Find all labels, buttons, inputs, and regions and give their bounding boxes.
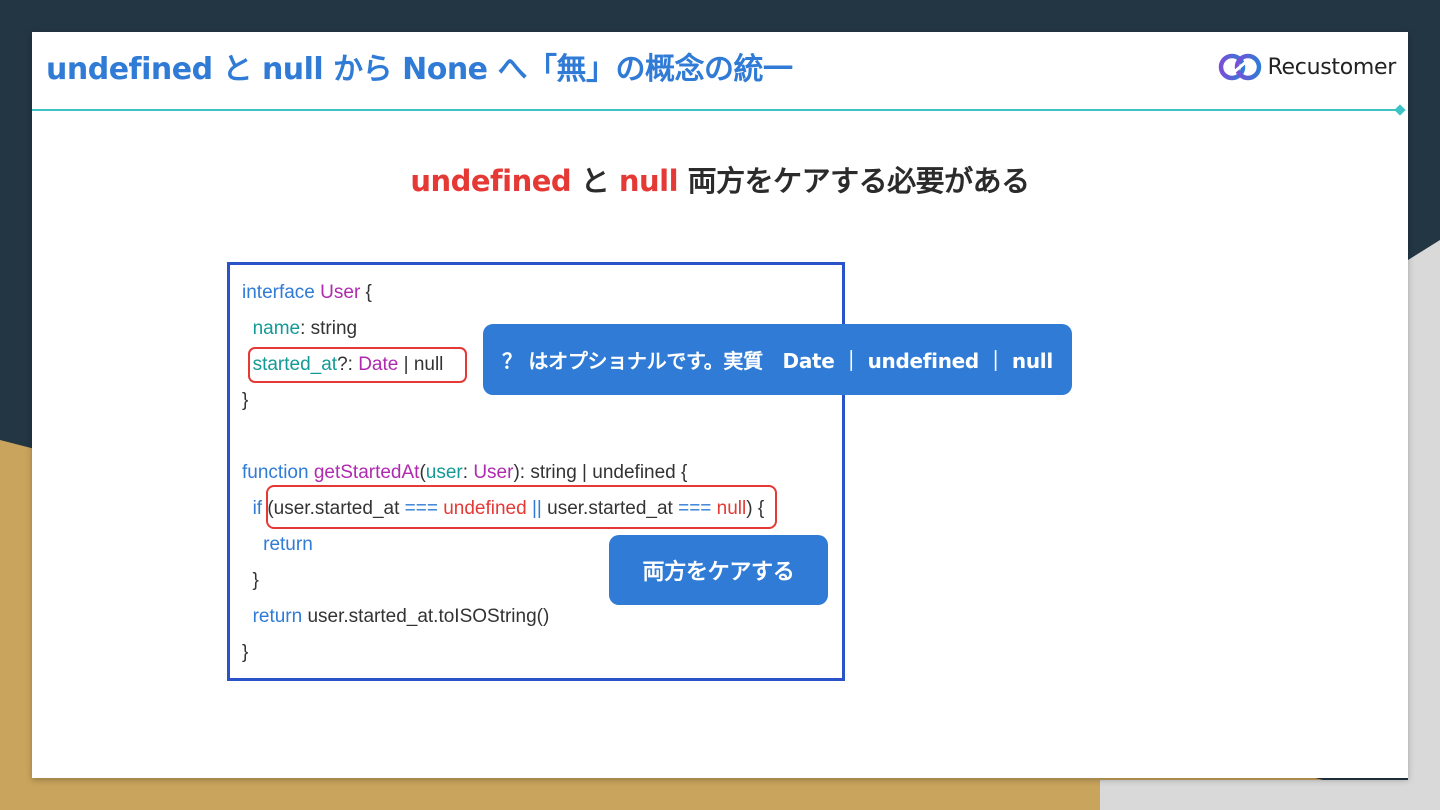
- code-text: }: [242, 390, 249, 411]
- code-text: }: [242, 570, 259, 591]
- code-text: {: [360, 282, 372, 303]
- slide-subtitle: undefined と null 両方をケアする必要がある: [32, 158, 1408, 200]
- null-check-highlight: [266, 485, 777, 529]
- code-text: : string: [300, 318, 358, 339]
- code-keyword: if: [252, 498, 263, 519]
- subtitle-undefined: undefined: [410, 164, 572, 198]
- code-line: }: [242, 635, 764, 671]
- code-property: name: [252, 318, 301, 339]
- slide-title: undefined と null から None へ「無」の概念の統一: [46, 52, 793, 87]
- code-text: ): string | undefined {: [513, 462, 688, 483]
- code-type: User: [473, 462, 514, 483]
- code-keyword: return: [252, 606, 303, 627]
- slide: undefined と null から None へ「無」の概念の統一 Recu…: [32, 32, 1408, 778]
- code-text: }: [242, 642, 249, 663]
- subtitle-null: null: [618, 164, 679, 198]
- optional-note-callout: ？ はオプショナルです。実質 Date ｜ undefined ｜ null: [483, 324, 1072, 395]
- subtitle-rest: 両方をケアする必要がある: [678, 164, 1031, 198]
- header-divider: [32, 109, 1400, 111]
- code-keyword: function: [242, 462, 309, 483]
- code-line: interface User {: [242, 275, 764, 311]
- code-type: User: [320, 282, 361, 303]
- logo-text: Recustomer: [1267, 54, 1397, 80]
- code-keyword: interface: [242, 282, 315, 303]
- optional-field-highlight: [248, 347, 467, 383]
- recustomer-logo-icon: [1218, 53, 1261, 81]
- divider-end-diamond: [1394, 104, 1406, 116]
- code-keyword: return: [263, 534, 313, 555]
- code-function-name: getStartedAt: [313, 462, 420, 483]
- care-both-callout: 両方をケアする: [609, 535, 828, 605]
- code-param: user: [425, 462, 463, 483]
- code-text: :: [462, 462, 474, 483]
- subtitle-connector: と: [571, 164, 619, 198]
- brand-logo: Recustomer: [1218, 50, 1396, 84]
- code-text: user.started_at.toISOString(): [302, 606, 550, 627]
